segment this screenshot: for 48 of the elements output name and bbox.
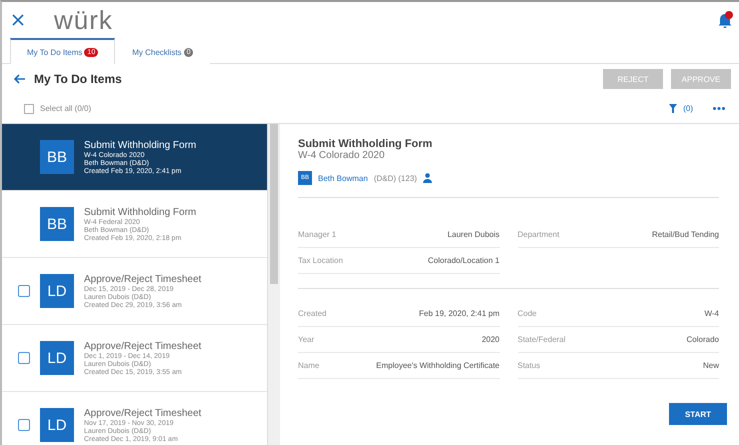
field-label: Name <box>298 361 320 370</box>
avatar: BB <box>40 140 74 174</box>
start-button[interactable]: START <box>669 403 727 425</box>
page-title: My To Do Items <box>34 72 123 86</box>
checkbox[interactable] <box>18 419 30 431</box>
field-label: Code <box>518 309 537 318</box>
person-icon[interactable] <box>422 173 432 183</box>
bell-icon[interactable] <box>717 11 733 29</box>
detail-subtitle: W-4 Colorado 2020 <box>298 150 386 161</box>
avatar: LD <box>40 408 74 442</box>
select-all-label[interactable]: Select all (0/0) <box>40 104 664 113</box>
scrollbar[interactable] <box>268 124 280 445</box>
item-title: Submit Withholding Form <box>84 206 196 218</box>
item-title: Submit Withholding Form <box>84 140 196 150</box>
detail-title: Submit Withholding Form <box>298 138 434 150</box>
field-value: Colorado/Location 1 <box>428 256 500 265</box>
filter-icon[interactable] <box>669 104 678 113</box>
field-label: Manager 1 <box>298 230 336 239</box>
field-label: Created <box>298 309 326 318</box>
checkbox[interactable] <box>18 285 30 297</box>
field-value: Feb 19, 2020, 2:41 pm <box>419 309 500 318</box>
field-value: W-4 <box>704 309 719 318</box>
field-value: Colorado <box>686 335 719 344</box>
field-value: Employee's Withholding Certificate <box>376 361 500 370</box>
field-label: Tax Location <box>298 256 343 265</box>
close-icon[interactable] <box>12 14 24 26</box>
back-arrow-icon[interactable] <box>14 74 26 84</box>
filter-count[interactable]: (0) <box>683 104 693 113</box>
logo: würk <box>54 4 114 36</box>
avatar: LD <box>40 274 74 308</box>
checkbox[interactable] <box>24 104 34 114</box>
field-value: 2020 <box>482 335 500 344</box>
item-title: Approve/Reject Timesheet <box>84 274 202 284</box>
more-icon[interactable] <box>713 107 725 110</box>
field-value: Retail/Bud Tending <box>652 230 719 239</box>
field-label: Department <box>518 230 560 239</box>
field-value: Lauren Dubois <box>447 230 500 239</box>
field-label: State/Federal <box>518 335 566 344</box>
avatar: LD <box>40 341 74 375</box>
item-title: Approve/Reject Timesheet <box>84 340 202 352</box>
item-title: Approve/Reject Timesheet <box>84 408 202 418</box>
field-value: New <box>702 361 719 370</box>
checkbox[interactable] <box>18 352 30 364</box>
avatar: BB <box>40 207 74 241</box>
field-label: Year <box>298 335 314 344</box>
person-ids: (D&D) (123) <box>374 174 417 182</box>
field-label: Status <box>518 361 540 370</box>
person-link[interactable]: Beth Bowman <box>318 174 368 182</box>
